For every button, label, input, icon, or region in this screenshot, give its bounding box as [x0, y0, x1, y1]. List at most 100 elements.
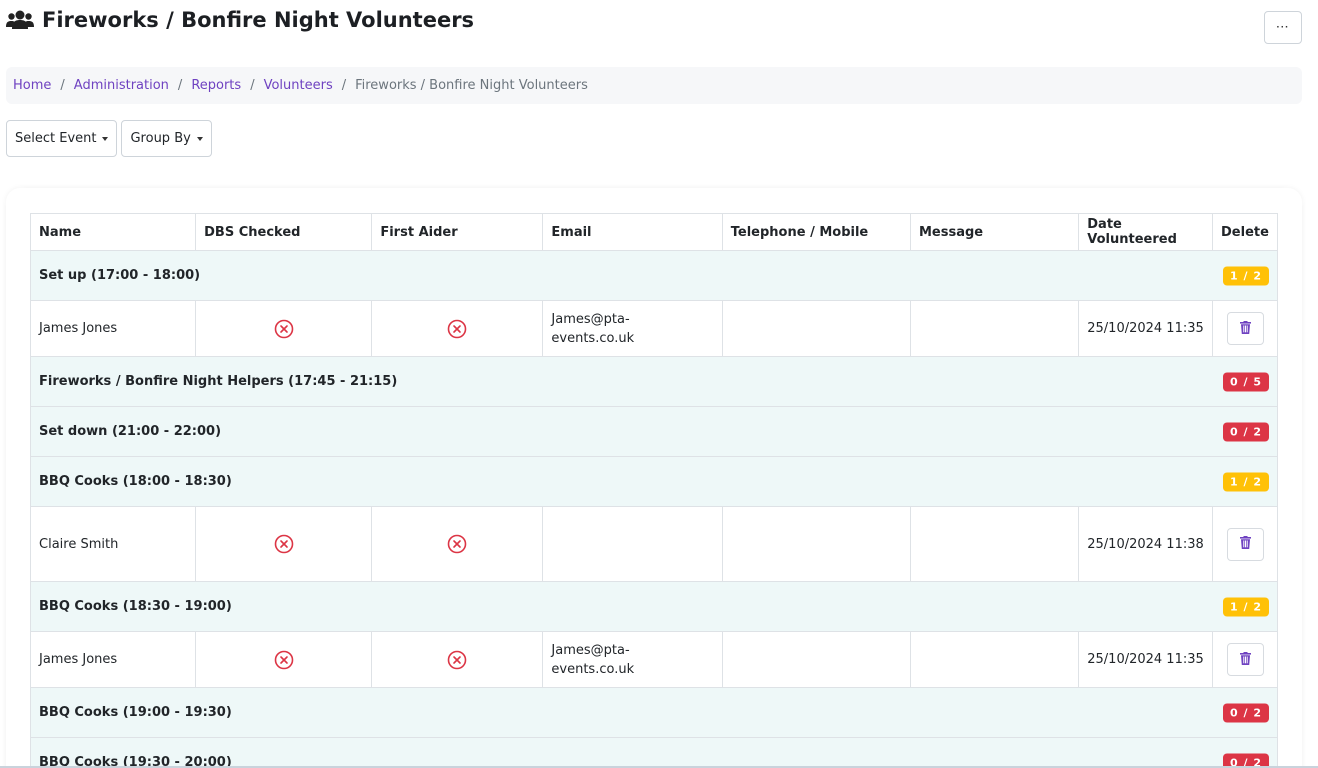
group-label: Fireworks / Bonfire Night Helpers (17:45…: [39, 374, 398, 389]
group-cell: Fireworks / Bonfire Night Helpers (17:45…: [30, 356, 1278, 407]
volunteer-name: James Jones: [29, 300, 197, 357]
trash-icon: [1239, 651, 1251, 668]
breadcrumb-reports[interactable]: Reports: [191, 78, 241, 93]
slots-badge: 0 / 2: [1223, 703, 1269, 722]
caret-down-icon: [102, 136, 109, 141]
group-label: BBQ Cooks (18:30 - 19:00): [39, 599, 232, 614]
select-event-dropdown[interactable]: Select Event: [6, 120, 118, 157]
slots-badge: 1 / 2: [1223, 266, 1269, 285]
cross-circle-icon: [447, 534, 467, 554]
email-cell: [542, 506, 723, 582]
cross-circle-icon: [447, 650, 467, 670]
first-aider-cell: [371, 631, 544, 688]
group-label: Set up (17:00 - 18:00): [39, 268, 201, 283]
group-cell: BBQ Cooks (19:00 - 19:30) 0 / 2: [30, 687, 1278, 738]
header-delete: Delete: [1212, 213, 1278, 251]
delete-button[interactable]: [1226, 527, 1264, 561]
group-cell: BBQ Cooks (18:00 - 18:30) 1 / 2: [30, 456, 1278, 507]
more-options-button[interactable]: ···: [1264, 11, 1302, 44]
volunteer-name: Claire Smith: [29, 506, 197, 582]
group-cell: BBQ Cooks (18:30 - 19:00) 1 / 2: [30, 581, 1278, 632]
breadcrumb: Home / Administration / Reports / Volunt…: [6, 67, 1302, 104]
filter-bar: Select Event Group By: [6, 120, 212, 157]
table-header-row: Name DBS Checked First Aider Email Telep…: [29, 213, 1278, 251]
page-title-text: Fireworks / Bonfire Night Volunteers: [42, 8, 475, 32]
dbs-cell: [195, 300, 373, 357]
header-email[interactable]: Email: [542, 213, 723, 251]
trash-icon: [1239, 320, 1251, 337]
dbs-cell: [195, 506, 373, 582]
slots-badge: 0 / 5: [1223, 372, 1269, 391]
delete-cell: [1212, 631, 1278, 688]
group-label: BBQ Cooks (19:00 - 19:30): [39, 705, 232, 720]
group-by-label: Group By: [130, 131, 191, 146]
delete-cell: [1212, 300, 1278, 357]
table-row: James Jones James@pta- events.co.uk 25/1…: [29, 300, 1278, 357]
message-cell: [909, 300, 1080, 357]
group-row: Fireworks / Bonfire Night Helpers (17:45…: [30, 356, 1278, 407]
telephone-cell: [721, 506, 911, 582]
group-label: BBQ Cooks (18:00 - 18:30): [39, 474, 232, 489]
page-header: Fireworks / Bonfire Night Volunteers ···: [6, 8, 1302, 48]
date-cell: 25/10/2024 11:35: [1078, 300, 1214, 357]
volunteers-table: Name DBS Checked First Aider Email Telep…: [29, 213, 1278, 768]
group-row: BBQ Cooks (19:30 - 20:00) 0 / 2: [30, 737, 1278, 768]
group-label: Set down (21:00 - 22:00): [39, 424, 222, 439]
breadcrumb-current: Fireworks / Bonfire Night Volunteers: [355, 78, 588, 93]
delete-button[interactable]: [1226, 643, 1264, 676]
group-cell: Set down (21:00 - 22:00) 0 / 2: [30, 406, 1278, 457]
email-line: events.co.uk: [551, 330, 635, 346]
breadcrumb-separator: /: [60, 78, 65, 93]
date-cell: 25/10/2024 11:38: [1078, 506, 1214, 582]
group-cell: Set up (17:00 - 18:00) 1 / 2: [30, 250, 1278, 301]
header-dbs-checked[interactable]: DBS Checked: [195, 213, 373, 251]
volunteer-name: James Jones: [29, 631, 197, 688]
group-row: Set up (17:00 - 18:00) 1 / 2: [30, 250, 1278, 301]
telephone-cell: [721, 631, 911, 688]
email-line: events.co.uk: [551, 661, 635, 677]
message-cell: [909, 631, 1080, 688]
dbs-cell: [195, 631, 373, 688]
group-row: BBQ Cooks (18:30 - 19:00) 1 / 2: [30, 581, 1278, 632]
breadcrumb-separator: /: [341, 78, 347, 93]
group-row: Set down (21:00 - 22:00) 0 / 2: [30, 406, 1278, 457]
email-line: James@pta-: [551, 642, 630, 658]
email-line: James@pta-: [551, 311, 630, 327]
page-title: Fireworks / Bonfire Night Volunteers: [6, 8, 1302, 32]
cross-circle-icon: [274, 319, 294, 339]
table-row: James Jones James@pta- events.co.uk 25/1…: [29, 631, 1278, 688]
breadcrumb-volunteers[interactable]: Volunteers: [264, 78, 333, 93]
ellipsis-icon: ···: [1276, 22, 1290, 33]
group-by-dropdown[interactable]: Group By: [121, 120, 212, 157]
first-aider-cell: [371, 506, 544, 582]
cross-circle-icon: [274, 650, 294, 670]
breadcrumb-separator: /: [177, 78, 183, 93]
telephone-cell: [721, 300, 911, 357]
users-icon: [6, 9, 34, 31]
first-aider-cell: [371, 300, 544, 357]
delete-button[interactable]: [1226, 312, 1264, 345]
group-row: BBQ Cooks (19:00 - 19:30) 0 / 2: [30, 687, 1278, 738]
group-cell: BBQ Cooks (19:30 - 20:00) 0 / 2: [30, 737, 1278, 768]
breadcrumb-administration[interactable]: Administration: [74, 78, 169, 93]
email-cell: James@pta- events.co.uk: [542, 300, 723, 357]
message-cell: [909, 506, 1080, 582]
slots-badge: 1 / 2: [1223, 472, 1269, 491]
breadcrumb-separator: /: [250, 78, 255, 93]
slots-badge: 1 / 2: [1223, 597, 1269, 616]
delete-cell: [1212, 506, 1278, 582]
header-telephone[interactable]: Telephone / Mobile: [721, 213, 911, 251]
slots-badge: 0 / 2: [1223, 422, 1269, 441]
group-row: BBQ Cooks (18:00 - 18:30) 1 / 2: [30, 456, 1278, 507]
email-cell: James@pta- events.co.uk: [542, 631, 723, 688]
header-date-volunteered[interactable]: Date Volunteered: [1078, 213, 1214, 251]
cross-circle-icon: [447, 319, 467, 339]
header-first-aider[interactable]: First Aider: [371, 213, 544, 251]
breadcrumb-home[interactable]: Home: [13, 78, 51, 93]
report-card: Name DBS Checked First Aider Email Telep…: [6, 188, 1302, 768]
date-cell: 25/10/2024 11:35: [1078, 631, 1214, 688]
header-name[interactable]: Name: [29, 213, 197, 251]
caret-down-icon: [196, 136, 203, 141]
cross-circle-icon: [274, 534, 294, 554]
header-message[interactable]: Message: [909, 213, 1080, 251]
